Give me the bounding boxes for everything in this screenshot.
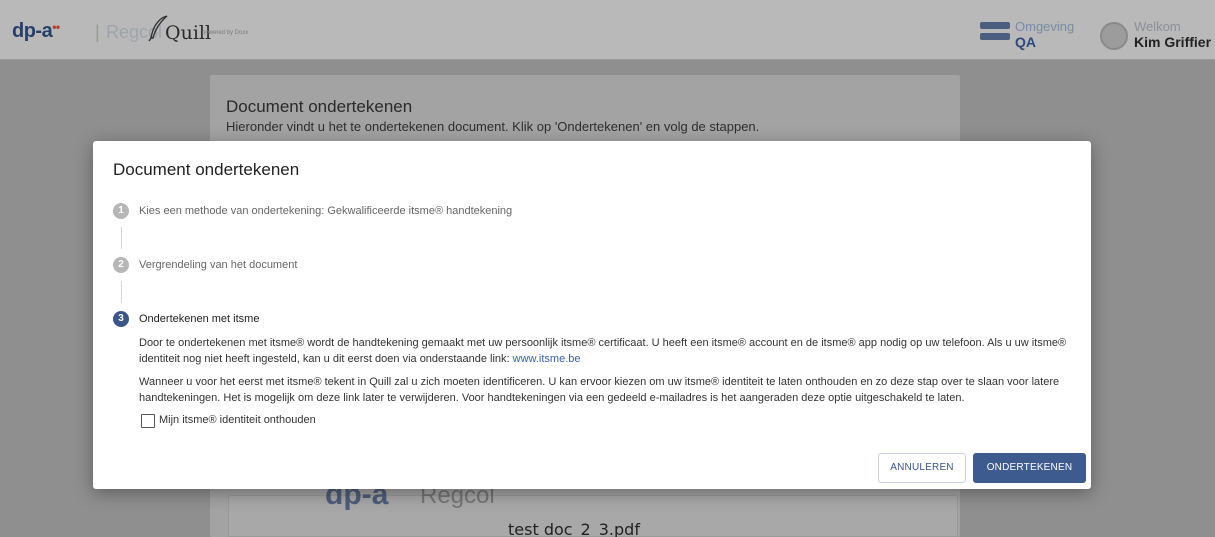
logo-separator: | — [95, 22, 100, 42]
step-number-icon: 3 — [113, 311, 129, 327]
step-2-label: Vergrendeling van het document — [139, 259, 298, 271]
user-name[interactable]: Kim Griffier — [1134, 34, 1211, 50]
dpa-logo[interactable]: dp-a•• — [12, 20, 60, 43]
document-file-name: test doc_2_3.pdf — [508, 520, 640, 537]
step-connector — [121, 281, 122, 303]
user-avatar-icon[interactable] — [1100, 22, 1128, 50]
remember-identity-checkbox[interactable] — [141, 414, 155, 428]
step-3-label: Ondertekenen met itsme — [139, 313, 260, 325]
environment-label: Omgeving — [1015, 19, 1075, 34]
environment-toggle-icon — [980, 22, 1010, 42]
page-subtitle: Hieronder vindt u het te ondertekenen do… — [226, 119, 760, 134]
environment-value: QA — [1015, 34, 1036, 50]
powered-by-label: powered by Doxx — [202, 30, 249, 36]
step-connector — [121, 227, 122, 249]
itsme-info-paragraph: Door te ondertekenen met itsme® wordt de… — [139, 337, 1067, 365]
step-1-label: Kies een methode van ondertekening: Gekw… — [139, 205, 513, 217]
page-title: Document ondertekenen — [226, 97, 413, 116]
logo-mark: •• — [52, 20, 60, 34]
step-number-icon: 2 — [113, 257, 129, 273]
sign-document-dialog: Document ondertekenen 1 Kies een methode… — [93, 141, 1091, 489]
cancel-button[interactable]: ANNULEREN — [878, 453, 966, 483]
remember-identity-label[interactable]: Mijn itsme® identiteit onthouden — [159, 414, 316, 426]
step-number-icon: 1 — [113, 203, 129, 219]
top-header: dp-a•• | Regcol Quill powered by Doxx Om… — [0, 0, 1215, 60]
dialog-title: Document ondertekenen — [113, 160, 300, 179]
itsme-identify-paragraph: Wanneer u voor het eerst met itsme® teke… — [139, 376, 1060, 404]
sign-button[interactable]: ONDERTEKENEN — [973, 453, 1086, 483]
itsme-link[interactable]: www.itsme.be — [513, 353, 581, 365]
welcome-label: Welkom — [1134, 19, 1181, 34]
